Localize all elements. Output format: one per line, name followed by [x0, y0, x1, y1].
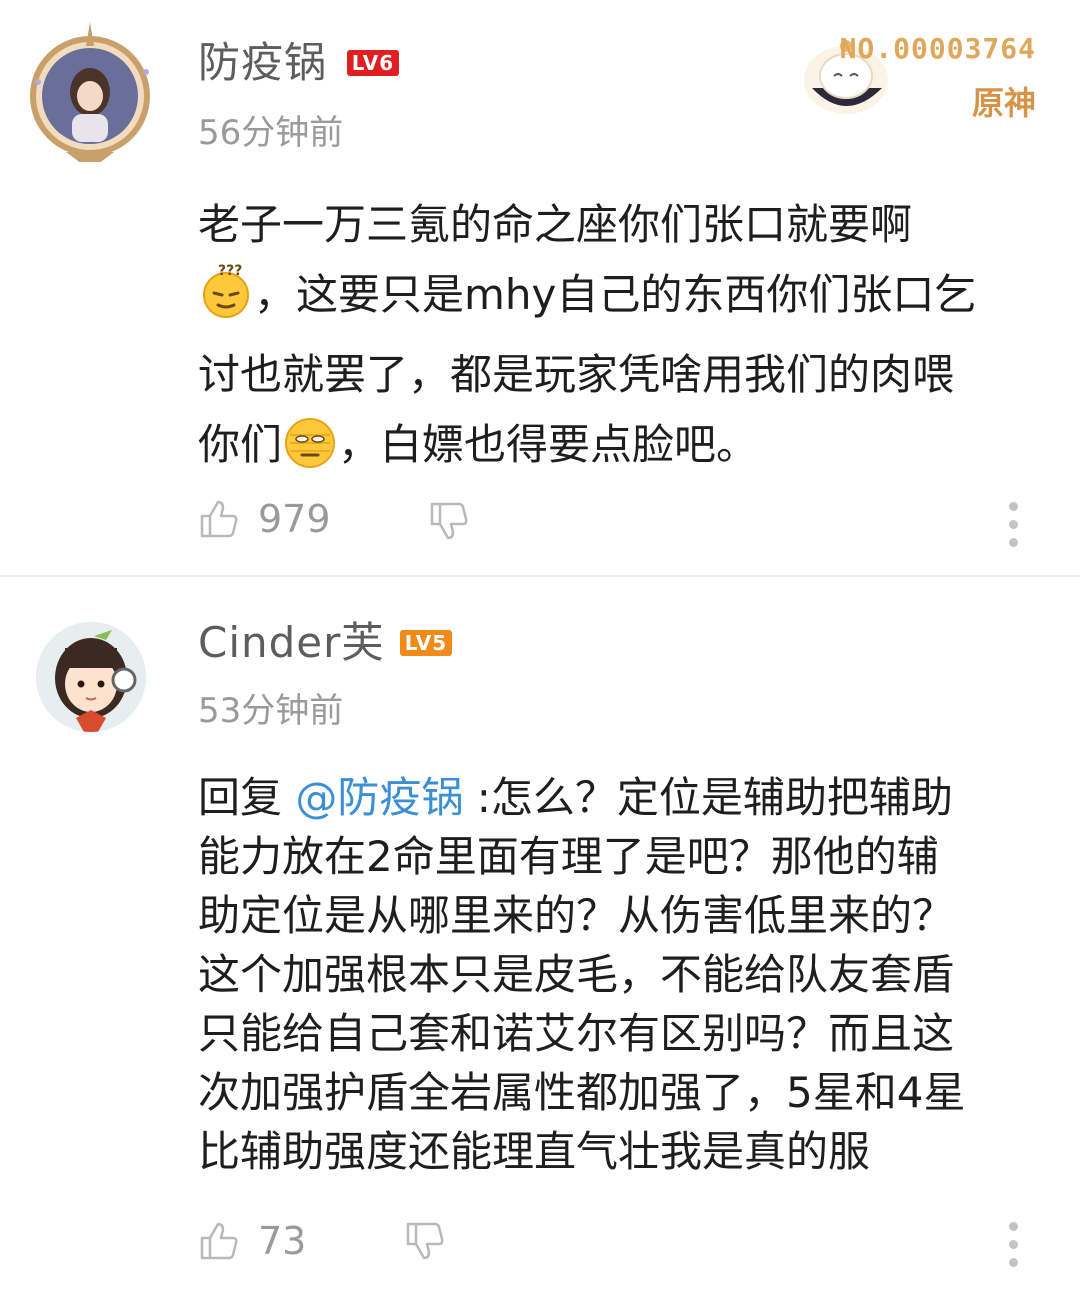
thumbs-up-icon [200, 500, 238, 538]
confused-emoji-icon: ??? [198, 263, 254, 340]
comment-divider [0, 575, 1080, 577]
comment-time: 53分钟前 [198, 691, 344, 731]
like-button[interactable]: 73 [198, 1220, 306, 1262]
like-button[interactable]: 979 [198, 498, 331, 540]
username[interactable]: Cinder芙 [198, 622, 384, 664]
comment-line: 讨也就罢了，都是玩家凭啥用我们的肉喂 [198, 350, 955, 399]
comment-line: 老子一万三氪的命之座你们张口就要啊 [198, 200, 913, 249]
more-options-icon[interactable] [1009, 1222, 1019, 1276]
thumbs-down-icon [406, 1222, 444, 1260]
comment-line: 能力放在2命里面有理了是吧？那他的辅 [198, 832, 939, 881]
comment-1: 防疫锅 LV6 NO.00003764 原神 56分钟前 老子一万三氪的命之座你… [0, 0, 1080, 576]
reply-prefix: 回复 [198, 773, 296, 822]
smirk-emoji-icon [282, 413, 338, 490]
comment-line: 比辅助强度还能理直气壮我是真的服 [198, 1127, 871, 1176]
level-badge: LV5 [400, 630, 452, 656]
comment-time: 56分钟前 [198, 113, 344, 153]
avatar-image-icon [36, 622, 146, 732]
svg-text:???: ??? [218, 263, 242, 279]
username[interactable]: 防疫锅 [198, 42, 327, 84]
dislike-button[interactable] [428, 500, 470, 542]
avatar-frame-icon [30, 22, 150, 162]
badge-game: 原神 [971, 84, 1036, 122]
comment-line: 你们 ，白嫖也得要点脸吧。 [198, 410, 1058, 490]
like-count: 979 [258, 497, 331, 541]
comment-line: 次加强护盾全岩属性都加强了，5星和4星 [198, 1068, 966, 1117]
user-avatar[interactable] [26, 22, 156, 162]
comment-2: Cinder芙 LV5 53分钟前 回复 @防疫锅 :怎么？定位是辅助把辅助 能… [0, 578, 1080, 1300]
mention-link[interactable]: @防疫锅 [295, 773, 463, 822]
comment-line: 回复 @防疫锅 :怎么？定位是辅助把辅助 [198, 773, 953, 822]
comment-text: 老子一万三氪的命之座你们张口就要啊 ??? ，这要只是mhy自己的东西你们张口乞… [198, 190, 1058, 490]
dislike-button[interactable] [404, 1220, 446, 1262]
more-options-icon[interactable] [1009, 502, 1019, 556]
thumbs-down-icon [430, 502, 468, 540]
level-badge: LV6 [347, 50, 399, 76]
comment-line: 助定位是从哪里来的？从伤害低里来的？ [198, 891, 955, 940]
like-count: 73 [258, 1219, 307, 1263]
comment-line: 只能给自己套和诺艾尔有区别吗？而且这 [198, 1009, 955, 1058]
collector-badge: NO.00003764 原神 [786, 28, 1036, 122]
badge-number: NO.00003764 [839, 32, 1036, 65]
user-avatar[interactable] [36, 622, 146, 732]
comment-line: 这个加强根本只是皮毛，不能给队友套盾 [198, 950, 955, 999]
thumbs-up-icon [200, 1222, 238, 1260]
comment-line: ??? ，这要只是mhy自己的东西你们张口乞 [198, 260, 1058, 340]
comment-text: 回复 @防疫锅 :怎么？定位是辅助把辅助 能力放在2命里面有理了是吧？那他的辅 … [198, 768, 1058, 1181]
